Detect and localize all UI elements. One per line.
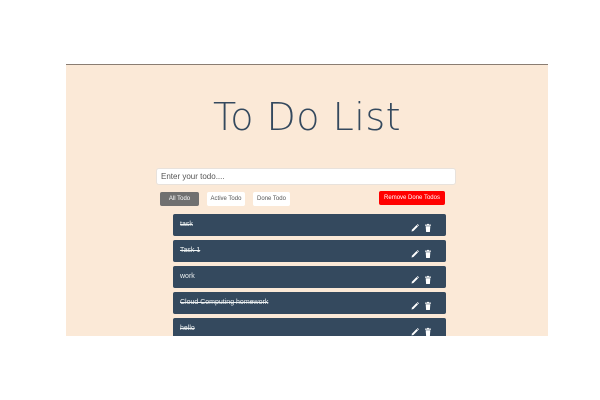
- todo-item[interactable]: task: [173, 214, 446, 236]
- filter-done-button[interactable]: Done Todo: [253, 192, 290, 206]
- trash-icon[interactable]: [423, 246, 433, 258]
- filter-all-button[interactable]: All Todo: [160, 192, 199, 206]
- page-title: To Do List: [212, 95, 402, 139]
- todo-text: Task 1: [180, 247, 201, 254]
- trash-icon[interactable]: [423, 298, 433, 310]
- trash-icon[interactable]: [423, 324, 433, 336]
- todo-text: work: [180, 273, 195, 280]
- trash-icon[interactable]: [423, 220, 433, 232]
- pencil-icon[interactable]: [410, 272, 420, 284]
- todo-item[interactable]: Task 1: [173, 240, 446, 262]
- todo-text: task: [180, 221, 193, 228]
- todo-text: Cloud Computing homework: [180, 299, 269, 306]
- pencil-icon[interactable]: [410, 324, 420, 336]
- todo-input[interactable]: [156, 168, 456, 185]
- pencil-icon[interactable]: [410, 298, 420, 310]
- todo-item[interactable]: hello: [173, 318, 446, 336]
- todo-item[interactable]: work: [173, 266, 446, 288]
- pencil-icon[interactable]: [410, 220, 420, 232]
- trash-icon[interactable]: [423, 272, 433, 284]
- pencil-icon[interactable]: [410, 246, 420, 258]
- todo-text: hello: [180, 325, 195, 332]
- remove-done-button[interactable]: Remove Done Todos: [379, 191, 445, 205]
- filter-active-button[interactable]: Active Todo: [207, 192, 245, 206]
- todo-item[interactable]: Cloud Computing homework: [173, 292, 446, 314]
- todo-app-panel: To Do List All Todo Active Todo Done Tod…: [66, 64, 548, 336]
